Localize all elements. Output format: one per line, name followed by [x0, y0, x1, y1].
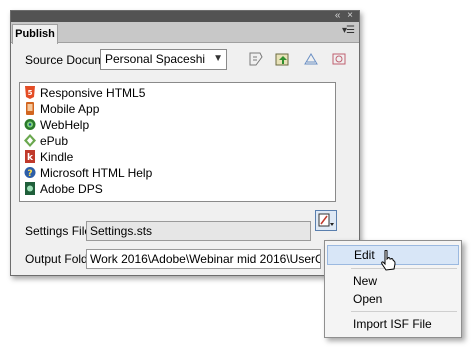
- menu-item-import-isf-file[interactable]: Import ISF File: [327, 314, 459, 334]
- webhelp-icon: [24, 118, 36, 131]
- list-item-label: Mobile App: [40, 102, 100, 116]
- source-document-select[interactable]: Personal Spaceship User Guide ▼: [100, 49, 227, 70]
- source-document-value: Personal Spaceship User Guide: [105, 52, 205, 66]
- svg-text:?: ?: [27, 169, 32, 179]
- list-item-label: Responsive HTML5: [40, 86, 146, 100]
- publish-icon: [275, 53, 289, 66]
- tab-publish[interactable]: Publish: [12, 24, 58, 44]
- list-item-label: ePub: [40, 134, 69, 148]
- epub-icon: [24, 134, 36, 147]
- view-output-icon: [332, 53, 346, 65]
- output-folder-field[interactable]: Work 2016\Adobe\Webinar mid 2016\UserGui…: [86, 249, 321, 269]
- edit-settings-icon: [318, 213, 334, 227]
- svg-text:5: 5: [28, 89, 33, 97]
- new-output-icon: [249, 52, 263, 66]
- list-item-label: Kindle: [40, 150, 74, 164]
- kindle-icon: k: [24, 150, 36, 163]
- mobile-app-icon: [24, 102, 36, 115]
- list-item[interactable]: Mobile App: [24, 101, 99, 117]
- list-item[interactable]: k Kindle: [24, 149, 73, 165]
- menu-item-new[interactable]: New: [327, 271, 459, 291]
- list-item[interactable]: WebHelp: [24, 117, 89, 133]
- new-output-button[interactable]: [243, 48, 267, 70]
- list-item[interactable]: Adobe DPS: [24, 181, 103, 197]
- adobe-dps-icon: [24, 182, 36, 195]
- settings-file-label: Settings File:: [25, 224, 95, 238]
- html5-icon: 5: [24, 86, 36, 99]
- list-item[interactable]: ePub: [24, 133, 68, 149]
- properties-button[interactable]: [299, 48, 323, 70]
- list-item-label: WebHelp: [40, 118, 90, 132]
- list-item[interactable]: ? Microsoft HTML Help: [24, 165, 152, 181]
- settings-file-field: Settings.sts: [86, 221, 311, 241]
- menu-separator: [351, 268, 457, 269]
- panel-title-strip: « ×: [11, 10, 359, 22]
- list-item[interactable]: 5 Responsive HTML5: [24, 85, 145, 101]
- list-item-label: Adobe DPS: [40, 182, 103, 196]
- properties-icon: [304, 53, 318, 65]
- settings-edit-button[interactable]: [315, 210, 337, 231]
- html-help-icon: ?: [24, 166, 36, 179]
- svg-text:k: k: [27, 153, 34, 163]
- chevron-down-icon[interactable]: ▼: [213, 53, 223, 64]
- list-item-label: Microsoft HTML Help: [40, 166, 153, 180]
- menu-separator: [351, 311, 457, 312]
- publish-button[interactable]: [271, 48, 295, 70]
- tab-row: Publish ▾☰: [11, 22, 359, 44]
- hand-cursor-icon: [381, 250, 396, 271]
- output-presets-list[interactable]: 5 Responsive HTML5 Mobile App WebHelp eP…: [19, 82, 336, 202]
- view-output-button[interactable]: [327, 48, 351, 70]
- collapse-close-controls[interactable]: « ×: [335, 10, 355, 21]
- panel-menu-icon[interactable]: ▾☰: [342, 25, 355, 36]
- menu-item-open[interactable]: Open: [327, 289, 459, 309]
